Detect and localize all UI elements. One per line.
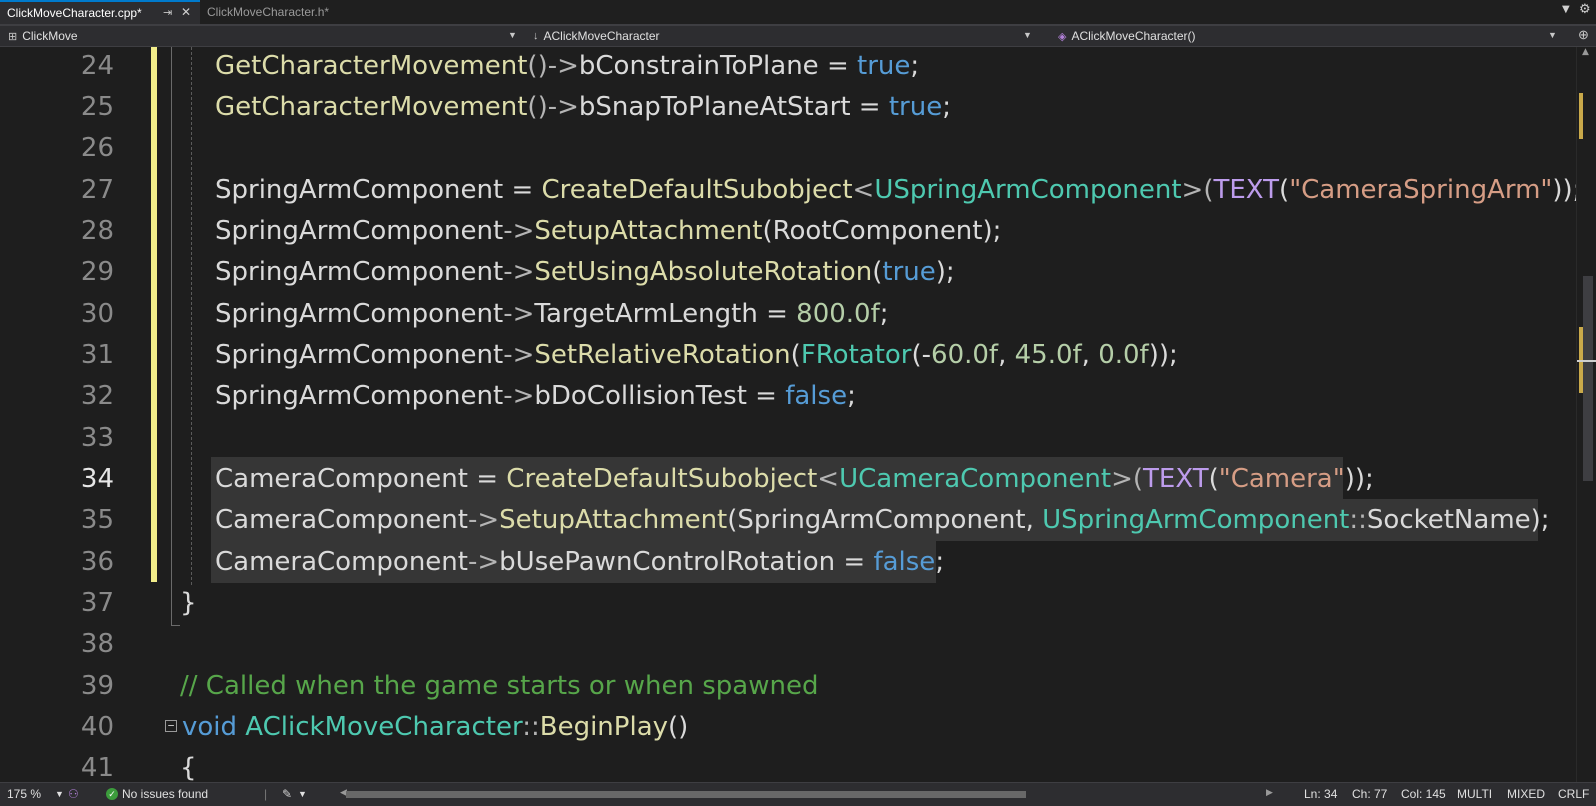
tab-label: ClickMoveCharacter.cpp*: [7, 6, 142, 20]
zoom-level-dropdown[interactable]: 175 %: [7, 787, 41, 801]
document-tab-bar: ClickMoveCharacter.cpp* ⇥ ✕ ClickMoveCha…: [0, 0, 1596, 26]
code-line: 29 SpringArmComponent->SetUsingAbsoluteR…: [0, 253, 1576, 295]
code-line: 28 SpringArmComponent->SetupAttachment(R…: [0, 212, 1576, 254]
code-text: }: [180, 588, 197, 618]
line-number: 31: [80, 340, 114, 370]
line-number: 25: [80, 92, 114, 122]
code-line: 32 SpringArmComponent->bDoCollisionTest …: [0, 377, 1576, 419]
line-number: 24: [80, 51, 114, 81]
code-line: 35 CameraComponent->SetupAttachment(Spri…: [0, 501, 1576, 543]
indentation-indicator[interactable]: MIXED: [1507, 787, 1545, 801]
code-line: 36 CameraComponent->bUsePawnControlRotat…: [0, 543, 1576, 585]
code-text: SpringArmComponent->bDoCollisionTest = f…: [215, 381, 856, 411]
chevron-down-icon: ▼: [1548, 30, 1557, 40]
check-circle-icon: ✓: [106, 788, 118, 800]
chevron-down-icon[interactable]: ▼: [298, 789, 307, 799]
split-editor-icon[interactable]: ⊕: [1578, 27, 1589, 43]
code-text: void AClickMoveCharacter::BeginPlay(): [182, 712, 689, 742]
issues-status[interactable]: No issues found: [122, 787, 208, 801]
line-number: 40: [80, 712, 114, 742]
member-dropdown[interactable]: ◈ AClickMoveCharacter() ▼: [1058, 26, 1568, 46]
project-label: ClickMove: [22, 29, 78, 43]
column-indicator[interactable]: Col: 145: [1401, 787, 1446, 801]
status-divider: |: [264, 787, 268, 801]
line-number: 39: [80, 671, 114, 701]
project-icon: ⊞: [8, 30, 18, 43]
chevron-down-icon: ▼: [1023, 30, 1032, 40]
char-indicator[interactable]: Ch: 77: [1352, 787, 1387, 801]
editor-status-bar: 175 % ▼ ⚇ ✓ No issues found | ✎ ▼ ◀ ▶ Ln…: [0, 782, 1596, 806]
code-text: GetCharacterMovement()->bSnapToPlaneAtSt…: [215, 92, 951, 122]
code-line: 24 GetCharacterMovement()->bConstrainToP…: [0, 47, 1576, 89]
tab-clickmovecharacter-cpp[interactable]: ClickMoveCharacter.cpp* ⇥ ✕: [0, 0, 200, 24]
code-line: 38: [0, 625, 1576, 667]
scope-label: AClickMoveCharacter: [543, 29, 660, 43]
scope-icon: ↓: [533, 30, 539, 42]
navigation-bar: ⊞ ClickMove ▼ ↓ AClickMoveCharacter ▼ ◈ …: [0, 26, 1596, 47]
code-line: 37 }: [0, 584, 1576, 626]
code-text: SpringArmComponent = CreateDefaultSubobj…: [215, 175, 1576, 205]
close-icon[interactable]: ✕: [181, 5, 191, 19]
line-number: 28: [80, 216, 114, 246]
selection-mode-indicator[interactable]: MULTI: [1457, 787, 1492, 801]
code-text: SpringArmComponent->SetupAttachment(Root…: [215, 216, 1002, 246]
method-icon: ◈: [1058, 30, 1067, 43]
line-number: 27: [80, 175, 114, 205]
tab-list-dropdown-icon[interactable]: ▼: [1562, 4, 1570, 15]
line-number: 30: [80, 299, 114, 329]
line-number: 36: [80, 547, 114, 577]
code-text: SpringArmComponent->TargetArmLength = 80…: [215, 299, 889, 329]
vertical-scrollbar[interactable]: ▲: [1576, 47, 1596, 782]
code-line: 30 SpringArmComponent->TargetArmLength =…: [0, 295, 1576, 337]
code-editor[interactable]: − 24 GetCharacterMovement()->bConstrainT…: [0, 47, 1576, 782]
line-number: 26: [80, 133, 114, 163]
member-label: AClickMoveCharacter(): [1071, 29, 1196, 43]
copilot-icon[interactable]: ⚇: [68, 787, 79, 801]
scope-dropdown[interactable]: ↓ AClickMoveCharacter ▼: [533, 26, 1048, 46]
code-text: {: [180, 753, 197, 782]
gear-icon[interactable]: ⚙: [1579, 2, 1591, 17]
code-text: SpringArmComponent->SetRelativeRotation(…: [215, 340, 1178, 370]
code-line: 40 void AClickMoveCharacter::BeginPlay(): [0, 708, 1576, 750]
code-text: CameraComponent->SetupAttachment(SpringA…: [215, 505, 1550, 535]
scrollbar-thumb[interactable]: [346, 791, 1026, 798]
code-line-current: 34 CameraComponent = CreateDefaultSubobj…: [0, 460, 1576, 502]
code-line: 33: [0, 419, 1576, 461]
tab-clickmovecharacter-h[interactable]: ClickMoveCharacter.h*: [200, 0, 365, 24]
project-dropdown[interactable]: ⊞ ClickMove ▼: [8, 26, 523, 46]
chevron-down-icon[interactable]: ▼: [55, 789, 64, 799]
code-text: SpringArmComponent->SetUsingAbsoluteRota…: [215, 257, 955, 287]
line-ending-indicator[interactable]: CRLF: [1558, 787, 1589, 801]
scroll-up-icon[interactable]: ▲: [1582, 47, 1589, 57]
scroll-right-icon[interactable]: ▶: [1266, 787, 1273, 798]
code-text: CameraComponent = CreateDefaultSubobject…: [215, 464, 1374, 494]
line-number: 37: [80, 588, 114, 618]
pin-icon[interactable]: ⇥: [163, 6, 172, 19]
horizontal-scrollbar[interactable]: ◀ ▶: [340, 787, 1273, 799]
code-line: 25 GetCharacterMovement()->bSnapToPlaneA…: [0, 88, 1576, 130]
line-number: 35: [80, 505, 114, 535]
line-number: 29: [80, 257, 114, 287]
line-number: 34: [80, 464, 114, 494]
chevron-down-icon: ▼: [508, 30, 517, 40]
code-line: 26: [0, 129, 1576, 171]
line-number: 32: [80, 381, 114, 411]
code-line: 31 SpringArmComponent->SetRelativeRotati…: [0, 336, 1576, 378]
scrollbar-change-marker: [1579, 93, 1583, 139]
code-line: 39 // Called when the game starts or whe…: [0, 667, 1576, 709]
code-text: GetCharacterMovement()->bConstrainToPlan…: [215, 51, 920, 81]
line-indicator[interactable]: Ln: 34: [1304, 787, 1337, 801]
code-cleanup-icon[interactable]: ✎: [282, 787, 292, 801]
code-line: 41 {: [0, 749, 1576, 782]
scrollbar-caret-marker: [1577, 360, 1596, 362]
code-text: CameraComponent->bUsePawnControlRotation…: [215, 547, 945, 577]
tab-label: ClickMoveCharacter.h*: [207, 5, 330, 19]
code-line: 27 SpringArmComponent = CreateDefaultSub…: [0, 171, 1576, 213]
line-number: 33: [80, 423, 114, 453]
code-comment: // Called when the game starts or when s…: [180, 671, 819, 701]
scrollbar-thumb[interactable]: [1583, 276, 1593, 481]
line-number: 41: [80, 753, 114, 782]
line-number: 38: [80, 629, 114, 659]
